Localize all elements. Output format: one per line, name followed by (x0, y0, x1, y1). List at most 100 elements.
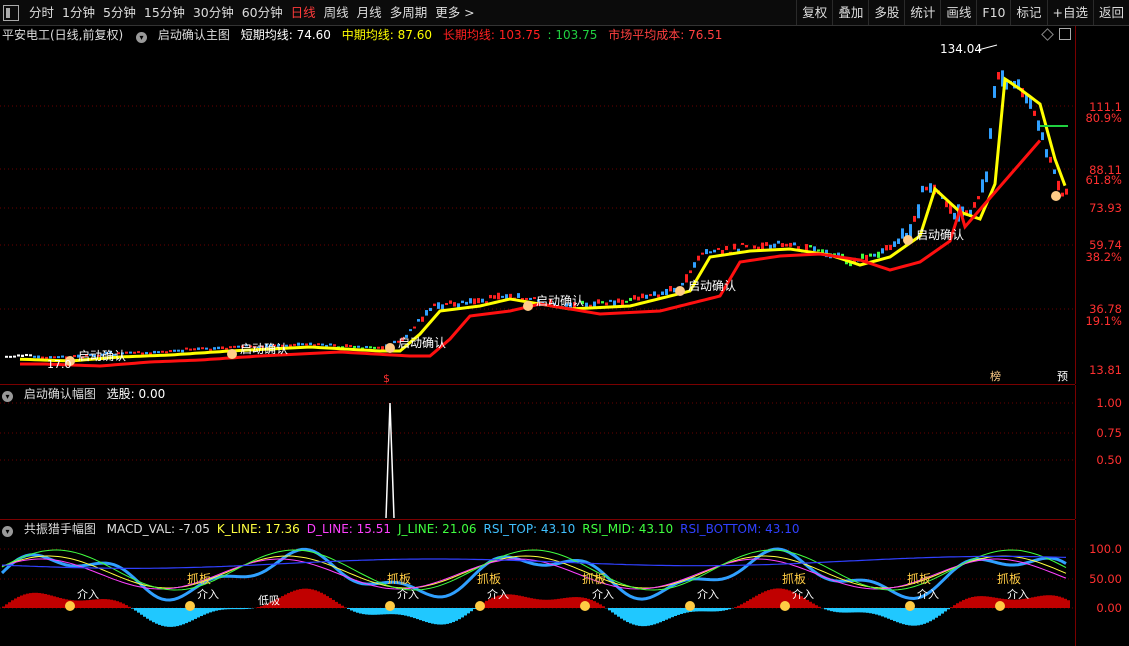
buy-label: 介入 (592, 588, 614, 601)
candle (29, 354, 32, 357)
period-tab-5[interactable]: 60分钟 (238, 0, 287, 25)
layout-toggle-icon[interactable] (3, 4, 19, 21)
period-tab-3[interactable]: 15分钟 (140, 0, 189, 25)
macd-bar (194, 608, 197, 619)
macd-bar (1046, 595, 1049, 608)
macd-bar (839, 608, 842, 613)
candle (409, 329, 412, 332)
macd-bar (236, 608, 239, 610)
signal-label: 启动确认 (916, 228, 964, 242)
candle (193, 348, 196, 351)
macd-bar (11, 600, 14, 608)
macd-bar (302, 588, 305, 608)
macd-bar (659, 608, 662, 623)
macd-bar (467, 608, 470, 614)
macd-bar (317, 591, 320, 608)
buy-label: 介入 (397, 588, 419, 601)
candle (345, 344, 348, 347)
candle (917, 204, 920, 219)
macd-bar (950, 607, 953, 608)
candle (645, 294, 648, 299)
hand-pointer-icon (903, 235, 913, 245)
macd-bar (533, 598, 536, 608)
money-bag-icon (780, 601, 790, 611)
toolbar-button-1[interactable]: 叠加 (832, 0, 868, 25)
macd-bar (620, 608, 623, 619)
catch-label: 抓板 (782, 572, 806, 586)
period-tab-8[interactable]: 月线 (353, 0, 386, 25)
toolbar-button-7[interactable]: +自选 (1046, 0, 1093, 25)
candle (649, 294, 652, 297)
macd-bar (347, 608, 350, 610)
resonance-chart[interactable]: 介入 介入 抓板介入 抓板介入 抓板介入 抓板介入 介入 抓板介入 抓板介入 抓板低吸 (0, 520, 1075, 646)
toolbar-button-0[interactable]: 复权 (796, 0, 832, 25)
bottom-tag: 榜 (990, 369, 1001, 383)
macd-bar (878, 608, 881, 616)
macd-bar (62, 598, 65, 608)
macd-bar (941, 608, 944, 614)
candle (5, 355, 8, 358)
macd-bar (1040, 595, 1043, 608)
period-tab-9[interactable]: 多周期 (386, 0, 432, 25)
macd-bar (173, 608, 176, 627)
macd-bar (512, 594, 515, 608)
candle (989, 128, 992, 139)
candle (1061, 192, 1064, 197)
buy-label: 介入 (792, 588, 814, 601)
macd-bar (857, 608, 860, 613)
candle (73, 355, 76, 358)
macd-bar (371, 608, 374, 615)
macd-bar (125, 605, 128, 608)
money-bag-icon (475, 601, 485, 611)
candle (1033, 110, 1036, 116)
macd-bar (890, 608, 893, 620)
macd-bar (227, 608, 230, 610)
macd-bar (548, 599, 551, 608)
candle (669, 286, 672, 292)
macd-bar (761, 592, 764, 608)
macd-bar (953, 605, 956, 608)
buy-label: 介入 (197, 588, 219, 601)
period-tab-1[interactable]: 1分钟 (58, 0, 99, 25)
toolbar-button-4[interactable]: 画线 (940, 0, 976, 25)
macd-bar (167, 608, 170, 627)
toolbar-button-2[interactable]: 多股 (868, 0, 904, 25)
candle (333, 344, 336, 347)
money-bag-icon (65, 601, 75, 611)
candle (453, 302, 456, 307)
candle (773, 243, 776, 248)
period-tab-10[interactable]: 更多 > (431, 0, 478, 25)
period-tab-2[interactable]: 5分钟 (99, 0, 140, 25)
price-chart[interactable]: 134.04启动确认 启动确认 启动确认启动确认启动确认启动确认17.0榜 预$ (0, 26, 1075, 384)
candle (25, 353, 28, 356)
period-tab-6[interactable]: 日线 (287, 0, 320, 25)
macd-bar (926, 608, 929, 623)
candle (417, 319, 420, 322)
macd-bar (35, 592, 38, 608)
candle (481, 298, 484, 303)
signal-chart[interactable] (0, 385, 1075, 519)
toolbar-button-3[interactable]: 统计 (904, 0, 940, 25)
macd-bar (641, 608, 644, 627)
toolbar-button-5[interactable]: F10 (976, 0, 1010, 25)
macd-bar (986, 596, 989, 608)
candle (665, 288, 668, 296)
macd-bar (680, 608, 683, 614)
period-tab-0[interactable]: 分时 (25, 0, 58, 25)
candle (161, 350, 164, 353)
macd-bar (359, 608, 362, 614)
macd-bar (725, 608, 728, 611)
macd-bar (650, 608, 653, 626)
macd-bar (455, 608, 458, 621)
macd-bar (608, 608, 611, 611)
toolbar-button-8[interactable]: 返回 (1092, 0, 1129, 25)
period-tab-7[interactable]: 周线 (320, 0, 353, 25)
macd-bar (395, 608, 398, 615)
low-buy-label: 低吸 (258, 594, 280, 607)
candle (305, 343, 308, 346)
candle (625, 300, 628, 303)
toolbar-button-6[interactable]: 标记 (1010, 0, 1046, 25)
macd-bar (881, 608, 884, 617)
candle (413, 326, 416, 329)
period-tab-4[interactable]: 30分钟 (189, 0, 238, 25)
